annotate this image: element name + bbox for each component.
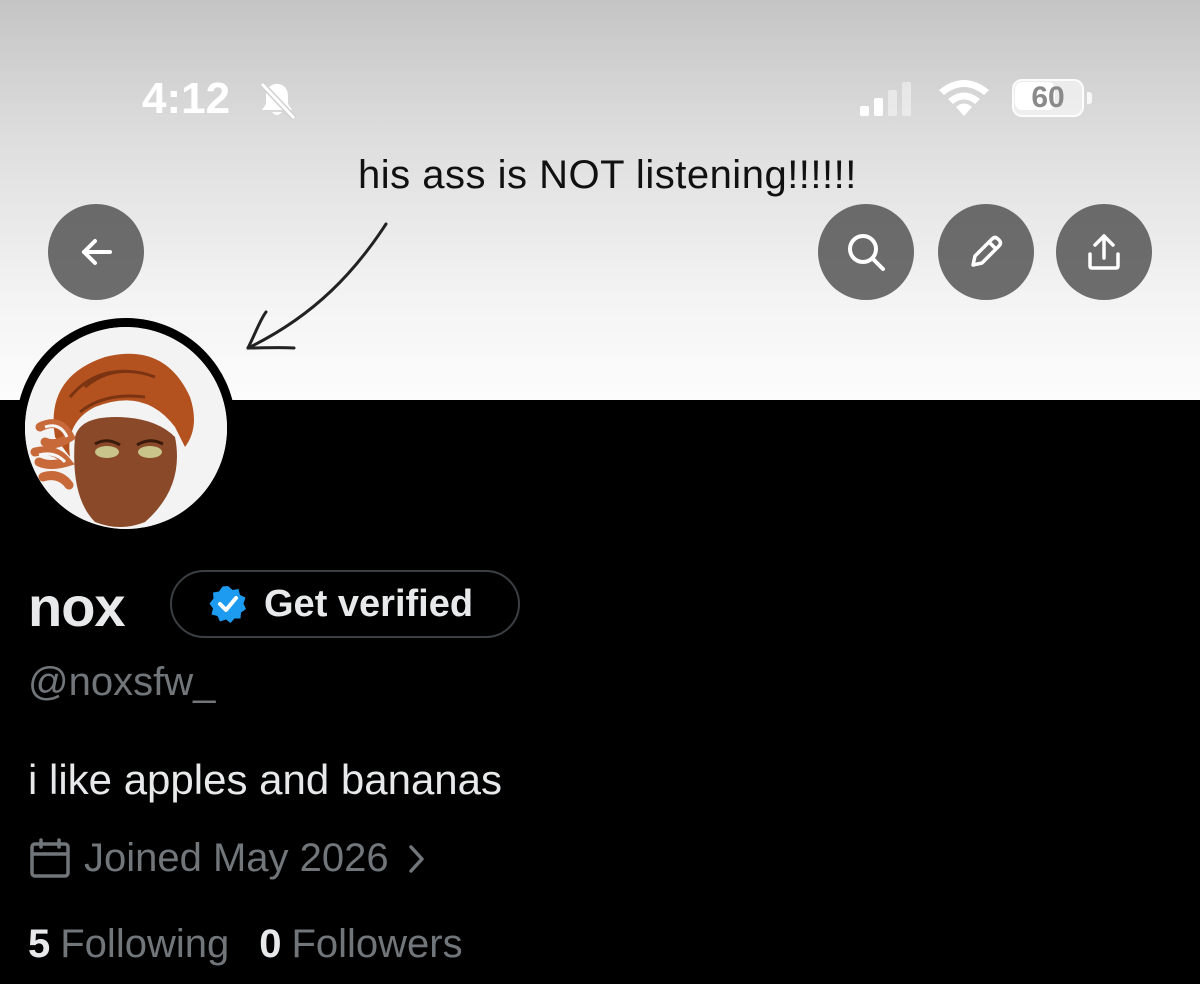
- calendar-icon: [30, 837, 70, 878]
- avatar[interactable]: [16, 318, 236, 538]
- following-label: Following: [60, 922, 230, 966]
- search-button[interactable]: [818, 204, 914, 300]
- following-count: 5: [28, 922, 51, 966]
- bell-slash-icon: [256, 80, 298, 125]
- battery-level: 60: [1031, 81, 1065, 114]
- hand-drawn-arrow: [246, 222, 388, 350]
- profile-name: nox: [28, 575, 126, 638]
- edit-button[interactable]: [938, 204, 1034, 300]
- follow-stats: 5 Following 0 Followers: [28, 922, 463, 967]
- avatar-image: [25, 327, 227, 529]
- share-icon: [1088, 234, 1120, 270]
- cellular-signal-icon: [860, 80, 920, 121]
- get-verified-button[interactable]: Get verified: [170, 570, 520, 638]
- back-button[interactable]: [48, 204, 144, 300]
- joined-date-row[interactable]: Joined May 2026: [28, 836, 427, 881]
- joined-date: Joined May 2026: [84, 836, 389, 880]
- following-link[interactable]: 5 Following: [28, 922, 229, 967]
- chevron-right-icon: [408, 844, 424, 873]
- banner-caption: his ass is NOT listening!!!!!!: [358, 153, 857, 197]
- arrow-left-icon: [82, 239, 112, 265]
- status-time: 4:12: [142, 74, 231, 123]
- profile-bio: i like apples and bananas: [28, 756, 503, 803]
- verified-badge-icon: [209, 586, 246, 623]
- followers-label: Followers: [291, 922, 463, 966]
- followers-link[interactable]: 0 Followers: [259, 922, 462, 967]
- wifi-icon: [936, 78, 992, 123]
- followers-count: 0: [259, 922, 282, 966]
- profile-handle: @noxsfw_: [28, 660, 216, 704]
- share-button[interactable]: [1056, 204, 1152, 300]
- get-verified-label: Get verified: [264, 582, 474, 625]
- pencil-icon: [971, 235, 1003, 267]
- search-icon: [848, 234, 885, 271]
